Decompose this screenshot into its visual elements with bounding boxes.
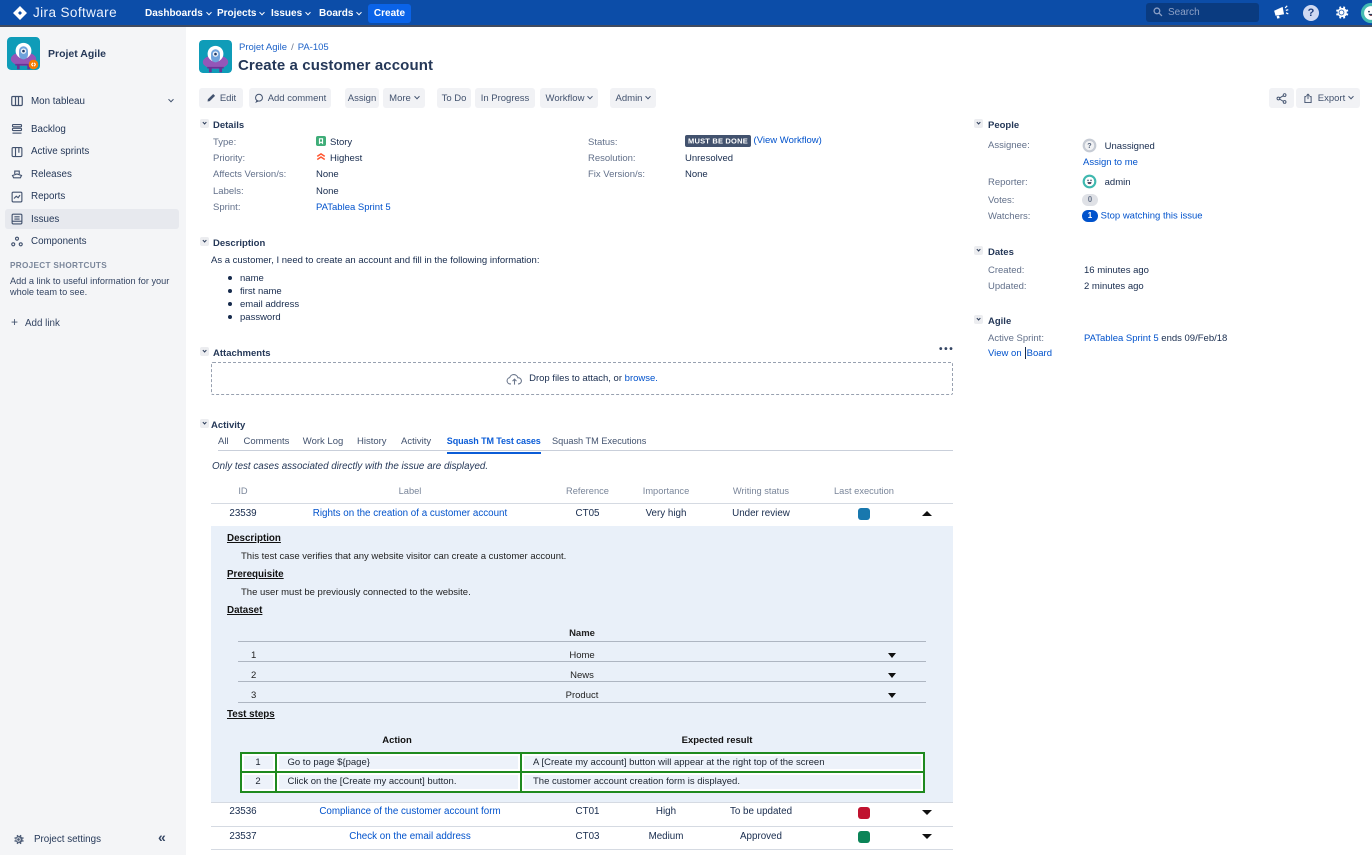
- svg-text:?: ?: [1087, 142, 1091, 150]
